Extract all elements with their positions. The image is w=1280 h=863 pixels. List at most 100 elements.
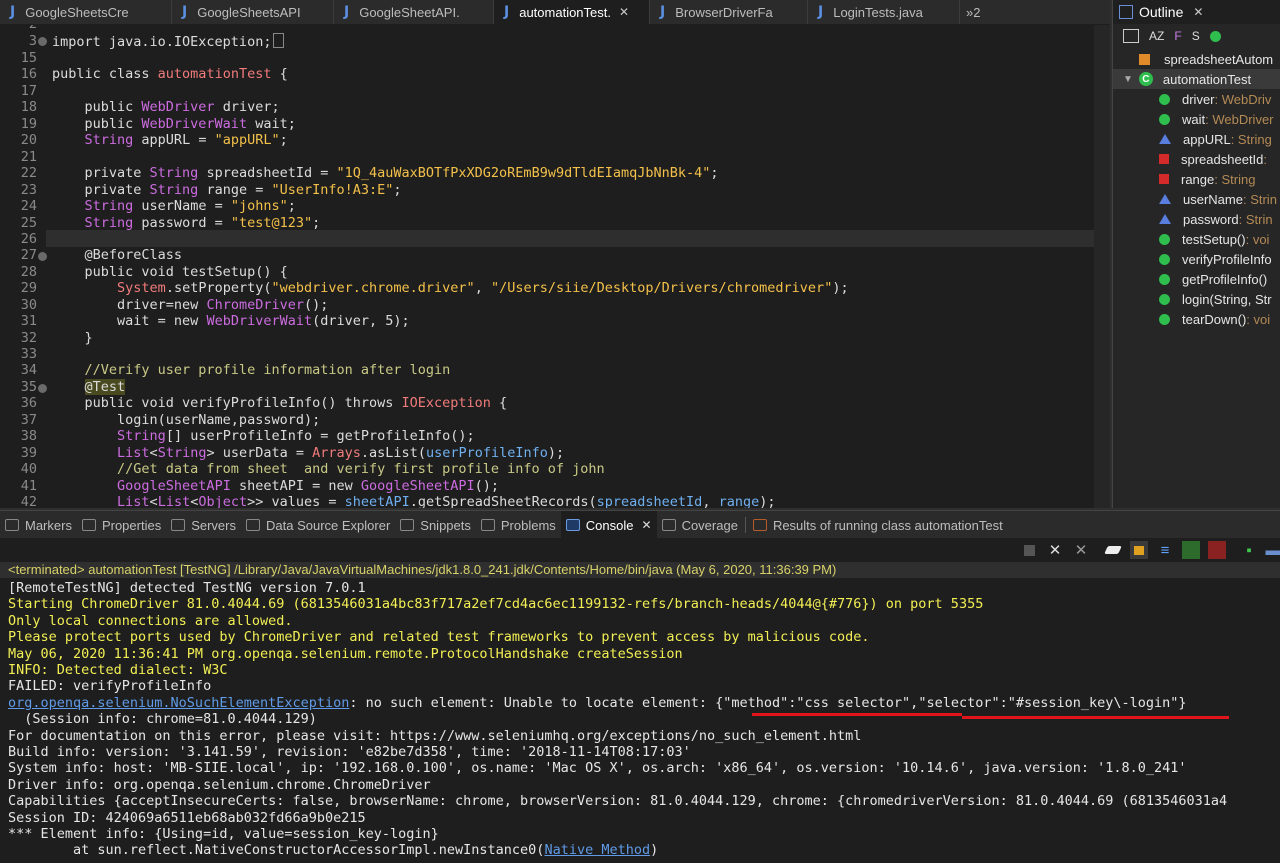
outline-item[interactable]: wait : WebDriver [1113, 109, 1280, 129]
show-on-stdout-icon[interactable] [1182, 541, 1200, 559]
outline-item[interactable]: verifyProfileInfo [1113, 249, 1280, 269]
class-icon: C [1138, 72, 1153, 86]
show-on-stderr-icon[interactable] [1208, 541, 1226, 559]
code-line: @BeforeClass [52, 247, 183, 263]
collapse-all-icon[interactable] [1123, 29, 1139, 43]
tab-console[interactable]: Console ✕ [560, 511, 657, 539]
outline-item[interactable]: testSetup() : voi [1113, 229, 1280, 249]
code-line: String userName = "johns"; [84, 198, 296, 214]
outline-item[interactable]: tearDown() : voi [1113, 309, 1280, 329]
line-number: 39 [20, 444, 37, 461]
line-number: 15 [20, 49, 37, 66]
hide-fields-icon[interactable]: F [1174, 29, 1181, 43]
default-field-icon [1159, 194, 1171, 204]
sort-icon[interactable]: AZ [1149, 29, 1164, 43]
editor-tab-googlesheetscre[interactable]: J GoogleSheetsCre [0, 0, 172, 24]
code-line: String password = "test@123"; [84, 214, 321, 231]
tab-problems[interactable]: Problems [476, 511, 561, 539]
outline-item[interactable]: spreadsheetAutom [1113, 49, 1280, 69]
editor-tab-googlesheetsapi[interactable]: J GoogleSheetsAPI [172, 0, 334, 24]
outline-item[interactable]: getProfileInfo() [1113, 269, 1280, 289]
clear-console-icon[interactable] [1104, 541, 1122, 559]
outline-item[interactable]: login(String, Str [1113, 289, 1280, 309]
editor-tab-overflow[interactable]: »2 [960, 0, 986, 24]
console-output[interactable]: [RemoteTestNG] detected TestNG version 7… [0, 578, 1280, 863]
code-line: login(userName,password); [52, 411, 321, 428]
java-file-icon: J [660, 4, 666, 20]
console-icon [565, 519, 580, 531]
remove-all-terminated-icon[interactable]: ✕ [1072, 541, 1090, 559]
remove-launch-icon[interactable]: ✕ [1046, 541, 1064, 559]
code-editor[interactable]: 2315161718192021222324252627282930313233… [0, 25, 1110, 508]
outline-item[interactable]: ▼ CautomationTest [1113, 69, 1280, 89]
terminate-icon[interactable] [1020, 541, 1038, 559]
tab-servers[interactable]: Servers [166, 511, 241, 539]
outline-item[interactable]: appURL : String [1113, 129, 1280, 149]
red-underline-annotation [752, 713, 962, 716]
outline-icon [1119, 5, 1133, 19]
tab-properties[interactable]: Properties [77, 511, 166, 539]
outline-item[interactable]: password : Strin [1113, 209, 1280, 229]
code-line: public void testSetup() { [52, 263, 288, 280]
line-number: 27 [20, 247, 37, 263]
tab-markers[interactable]: Markers [0, 511, 77, 539]
fold-toggle-icon[interactable] [38, 384, 47, 393]
editor-tab-automationtest[interactable]: JautomationTest. ✕ [494, 0, 650, 24]
tab-separator [744, 517, 746, 533]
java-file-icon: J [344, 4, 350, 20]
close-icon[interactable]: ✕ [642, 518, 652, 532]
native-method-link[interactable]: Native Method [544, 842, 650, 858]
line-number: 37 [20, 411, 37, 428]
line-number: 25 [20, 214, 37, 231]
close-icon[interactable]: ✕ [1193, 5, 1203, 19]
pin-console-icon[interactable]: ▪ [1240, 541, 1258, 559]
scroll-lock-icon[interactable] [1130, 541, 1148, 559]
hide-static-icon[interactable]: S [1192, 29, 1200, 43]
code-comment: //Verify user profile information after … [52, 362, 451, 378]
console-line: org.openqa.selenium.NoSuchElementExcepti… [8, 694, 1187, 711]
fold-toggle-icon[interactable] [38, 37, 47, 46]
code-line: public void verifyProfileInfo() throws I… [52, 395, 508, 411]
editor-scrollbar[interactable] [1094, 25, 1110, 508]
console-line: [RemoteTestNG] detected TestNG version 7… [8, 580, 366, 596]
code-line: public WebDriverWait wait; [52, 115, 296, 132]
line-number: 34 [20, 362, 37, 378]
markers-icon [5, 519, 19, 531]
fold-toggle-icon[interactable] [38, 252, 47, 261]
line-number: 3 [28, 33, 37, 49]
process-status: <terminated> automationTest [TestNG] /Li… [8, 562, 837, 577]
outline-tab[interactable]: Outline ✕ [1113, 0, 1280, 24]
editor-tab-browserdriverfa[interactable]: J BrowserDriverFa [650, 0, 808, 24]
code-line: private String range = "UserInfo!A3:E"; [52, 181, 402, 198]
display-console-icon[interactable]: ▬ [1264, 541, 1280, 559]
console-line: May 06, 2020 11:36:41 PM org.openqa.sele… [8, 645, 683, 662]
line-number: 26 [20, 231, 37, 247]
outline-item[interactable]: driver : WebDriv [1113, 89, 1280, 109]
code-line: System.setProperty("webdriver.chrome.dri… [117, 280, 849, 296]
console-line: INFO: Detected dialect: W3C [8, 662, 228, 678]
expand-chevron-icon[interactable]: ▼ [1123, 74, 1133, 85]
line-number: 41 [20, 477, 37, 494]
close-icon[interactable]: ✕ [619, 5, 629, 19]
exception-link[interactable]: org.openqa.selenium.NoSuchElementExcepti… [8, 695, 349, 711]
editor-tab-logintests[interactable]: J LoginTests.java [808, 0, 960, 24]
console-line: For documentation on this error, please … [8, 727, 862, 744]
hide-nonpublic-icon[interactable] [1209, 30, 1221, 42]
console-line: at sun.reflect.NativeConstructorAccessor… [8, 842, 659, 859]
public-field-icon [1159, 113, 1170, 125]
line-number: 22 [20, 165, 37, 181]
console-line: *** Element info: {Using=id, value=sessi… [8, 826, 439, 842]
public-method-icon [1159, 253, 1170, 265]
outline-item[interactable]: spreadsheetId : [1113, 149, 1280, 169]
tab-data-source-explorer[interactable]: Data Source Explorer [241, 511, 395, 539]
public-method-icon [1159, 233, 1170, 245]
word-wrap-icon[interactable]: ≡ [1156, 541, 1174, 559]
editor-tab-googlesheetapi[interactable]: J GoogleSheetAPI. [334, 0, 494, 24]
outline-item[interactable]: range : String [1113, 169, 1280, 189]
outline-item[interactable]: userName : Strin [1113, 189, 1280, 209]
snippets-icon [400, 519, 415, 531]
tab-coverage[interactable]: Coverage [657, 511, 743, 539]
current-line-highlight [46, 230, 1094, 247]
tab-snippets[interactable]: Snippets [395, 511, 476, 539]
tab-testng-results[interactable]: Results of running class automationTest [748, 511, 1008, 539]
